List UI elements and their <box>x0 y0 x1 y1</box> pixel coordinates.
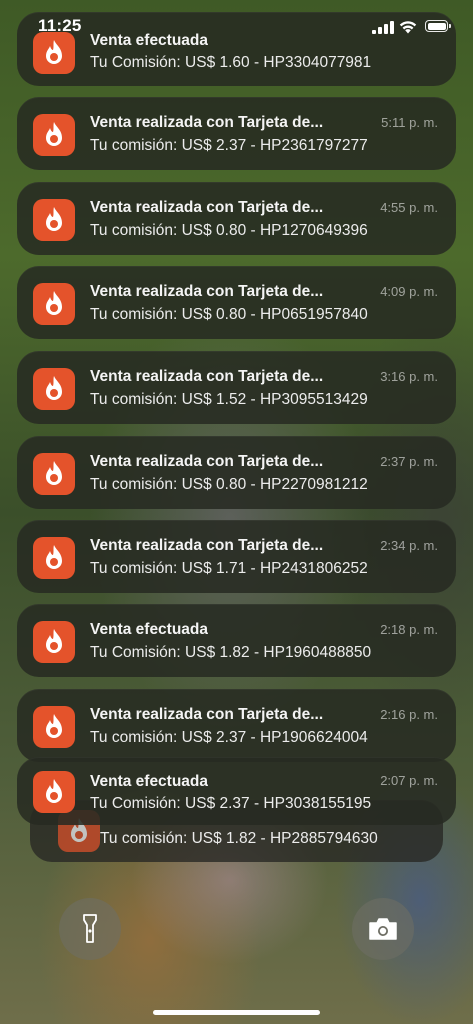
notification-body: Tu comisión: US$ 2.37 - HP2361797277 <box>90 137 368 154</box>
notification-item[interactable]: Venta realizada con Tarjeta de... Tu com… <box>17 266 456 339</box>
hotmart-flame-icon <box>33 283 75 325</box>
camera-button[interactable] <box>352 898 414 960</box>
notification-title: Venta realizada con Tarjeta de... <box>90 706 324 723</box>
notification-time: 2:07 p. m. <box>380 773 438 788</box>
notification-body: Tu comisión: US$ 0.80 - HP2270981212 <box>90 476 368 493</box>
notification-time: 2:18 p. m. <box>380 622 438 637</box>
notification-item[interactable]: Venta realizada con Tarjeta de... Tu com… <box>17 351 456 424</box>
notification-body: Tu comisión: US$ 1.82 - HP2885794630 <box>100 830 378 847</box>
notification-item[interactable]: Venta realizada con Tarjeta de... Tu com… <box>17 182 456 255</box>
camera-icon <box>369 918 397 940</box>
notification-body: Tu Comisión: US$ 1.60 - HP3304077981 <box>90 54 372 71</box>
notification-time: 3:16 p. m. <box>380 369 438 384</box>
notification-body: Tu comisión: US$ 1.52 - HP3095513429 <box>90 391 368 408</box>
notification-title: Venta realizada con Tarjeta de... <box>90 114 324 131</box>
notification-body: Tu comisión: US$ 1.71 - HP2431806252 <box>90 560 368 577</box>
hotmart-flame-icon <box>33 453 75 495</box>
notification-item[interactable]: Venta realizada con Tarjeta de... Tu com… <box>17 689 456 762</box>
notification-title: Venta realizada con Tarjeta de... <box>90 537 324 554</box>
notification-body: Tu Comisión: US$ 2.37 - HP3038155195 <box>90 795 372 812</box>
notification-time: 4:09 p. m. <box>380 284 438 299</box>
hotmart-flame-icon <box>33 114 75 156</box>
notification-title: Venta efectuada <box>90 773 209 790</box>
status-bar: 11:25 <box>0 0 473 52</box>
hotmart-flame-icon <box>33 368 75 410</box>
flashlight-icon <box>83 914 97 943</box>
wifi-icon <box>399 21 417 34</box>
notification-body: Tu Comisión: US$ 1.82 - HP1960488850 <box>90 644 372 661</box>
notification-item[interactable]: Venta realizada con Tarjeta de... Tu com… <box>17 520 456 593</box>
hotmart-flame-icon <box>33 621 75 663</box>
notification-item[interactable]: Venta realizada con Tarjeta de... Tu com… <box>17 436 456 509</box>
notification-title: Venta realizada con Tarjeta de... <box>90 453 324 470</box>
notification-item[interactable]: Venta realizada con Tarjeta de... Tu com… <box>17 97 456 170</box>
hotmart-flame-icon <box>33 771 75 813</box>
notification-title: Venta efectuada <box>90 621 209 638</box>
battery-icon <box>425 20 451 32</box>
notification-title: Venta realizada con Tarjeta de... <box>90 199 324 216</box>
notification-title: Venta realizada con Tarjeta de... <box>90 283 324 300</box>
notification-time: 2:37 p. m. <box>380 454 438 469</box>
notification-time: 2:16 p. m. <box>380 707 438 722</box>
notification-body: Tu comisión: US$ 0.80 - HP0651957840 <box>90 306 368 323</box>
notification-item[interactable]: Venta efectuada Tu Comisión: US$ 1.82 - … <box>17 604 456 677</box>
cellular-signal-icon <box>372 21 394 34</box>
status-time: 11:25 <box>38 16 82 35</box>
hotmart-flame-icon <box>33 706 75 748</box>
notification-time: 5:11 p. m. <box>381 115 438 130</box>
home-indicator[interactable] <box>153 1010 320 1015</box>
notification-item[interactable]: Venta efectuada Tu Comisión: US$ 2.37 - … <box>17 757 456 825</box>
notification-time: 4:55 p. m. <box>380 200 438 215</box>
notification-body: Tu comisión: US$ 0.80 - HP1270649396 <box>90 222 368 239</box>
hotmart-flame-icon <box>33 537 75 579</box>
notification-body: Tu comisión: US$ 2.37 - HP1906624004 <box>90 729 368 746</box>
notification-stack: Venta efectuada Tu Comisión: US$ 1.60 - … <box>0 0 473 1024</box>
hotmart-flame-icon <box>33 199 75 241</box>
notification-title: Venta realizada con Tarjeta de... <box>90 368 324 385</box>
flashlight-button[interactable] <box>59 898 121 960</box>
notification-time: 2:34 p. m. <box>380 538 438 553</box>
